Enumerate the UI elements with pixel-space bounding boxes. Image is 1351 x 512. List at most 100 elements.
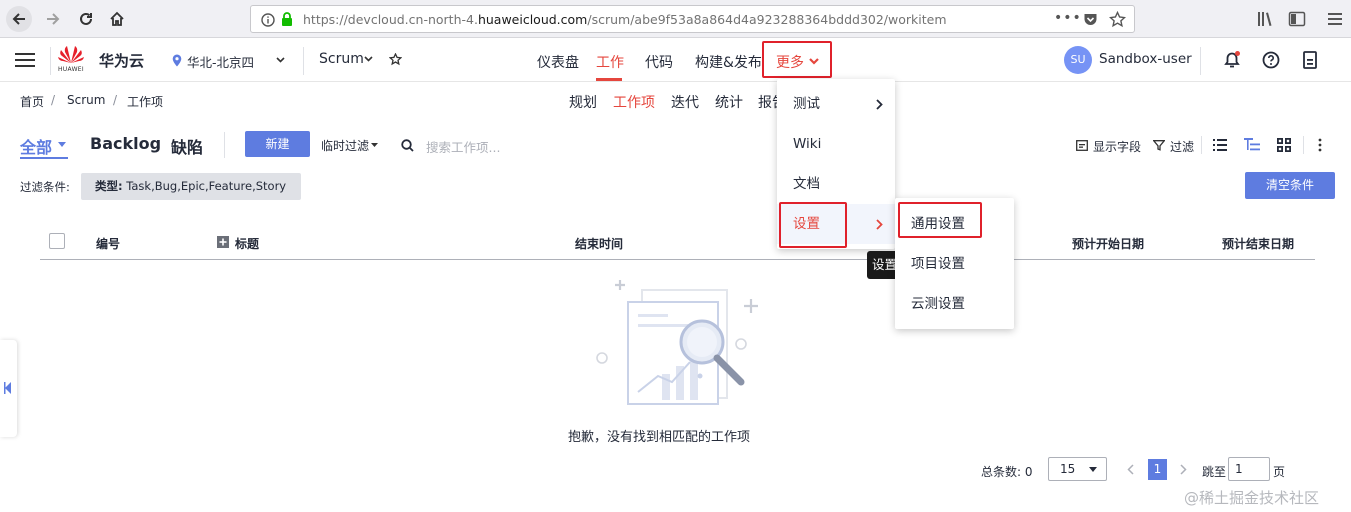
app-header: HUAWEI 华为云 华北-北京四 Scrum 仪表盘 工作 代码 构建&发布 …: [0, 39, 1351, 82]
column-header-planned-start[interactable]: 预计开始日期: [1072, 235, 1144, 252]
toolbar-divider: [1201, 136, 1202, 154]
filter-icon: [1153, 140, 1165, 151]
bell-icon[interactable]: [1222, 50, 1242, 70]
nav-dashboard[interactable]: 仪表盘: [537, 52, 579, 72]
avatar[interactable]: SU: [1064, 46, 1092, 74]
project-type-selector[interactable]: Scrum: [319, 51, 364, 67]
subnav-iteration[interactable]: 迭代: [671, 92, 699, 112]
subnav-statistics[interactable]: 统计: [715, 92, 743, 112]
jump-to-value: 1: [1235, 462, 1243, 476]
column-header-title[interactable]: 标题: [235, 235, 259, 252]
url-text: https://devcloud.cn-north-4.huaweicloud.…: [303, 12, 947, 27]
page-unit-label: 页: [1273, 465, 1286, 479]
back-arrow-icon: [12, 13, 25, 25]
new-button[interactable]: 新建: [245, 131, 310, 157]
menu-icon[interactable]: [15, 52, 35, 68]
next-page-icon[interactable]: [1180, 464, 1187, 475]
huawei-logo[interactable]: HUAWEI: [56, 43, 86, 77]
expand-all-icon[interactable]: [217, 236, 229, 248]
sidebar-toggle-icon[interactable]: [1288, 10, 1306, 28]
select-all-checkbox[interactable]: [49, 233, 65, 249]
user-name[interactable]: Sandbox-user: [1099, 51, 1192, 67]
address-bar[interactable]: https://devcloud.cn-north-4.huaweicloud.…: [250, 5, 1135, 33]
subnav-report[interactable]: 报告: [758, 92, 778, 112]
temp-filter-dropdown[interactable]: 临时过滤: [321, 137, 369, 154]
list-view-icon[interactable]: [1213, 139, 1227, 151]
caret-down-icon: [371, 143, 378, 147]
subnav-workitem[interactable]: 工作项: [613, 92, 655, 112]
back-button[interactable]: [6, 6, 32, 32]
menu-item-cloud-test-settings[interactable]: 云测设置: [895, 284, 1014, 324]
column-header-id[interactable]: 编号: [96, 235, 120, 252]
location-pin-icon: [172, 54, 182, 67]
hamburger-menu-icon[interactable]: [1326, 10, 1344, 28]
menu-item-test[interactable]: 测试: [777, 84, 895, 124]
page-size-select[interactable]: 15: [1048, 457, 1107, 481]
forward-button[interactable]: [40, 6, 66, 32]
help-icon[interactable]: [1262, 51, 1280, 69]
workitem-card: 全部 Backlog 缺陷 新建 临时过滤 搜索工作项... 显示字段 过滤 过…: [0, 119, 1351, 512]
info-icon[interactable]: [261, 13, 275, 27]
page-actions-icon[interactable]: •••: [1054, 10, 1082, 26]
main-content: 全部 Backlog 缺陷 新建 临时过滤 搜索工作项... 显示字段 过滤 过…: [0, 119, 1351, 512]
jump-to-input[interactable]: 1: [1228, 457, 1270, 481]
prev-page-icon[interactable]: [1127, 464, 1134, 475]
huawei-logo-text: HUAWEI: [58, 66, 84, 73]
library-icon[interactable]: [1256, 10, 1274, 28]
nav-build-release[interactable]: 构建&发布: [695, 52, 762, 72]
filter-tag-type[interactable]: 类型: Task,Bug,Epic,Feature,Story: [81, 173, 301, 200]
tab-backlog[interactable]: Backlog: [90, 134, 161, 153]
chevron-down-icon[interactable]: [364, 56, 373, 62]
lock-icon[interactable]: [280, 12, 294, 27]
collapse-left-icon: [4, 382, 11, 394]
pocket-icon[interactable]: [1083, 12, 1098, 27]
highlight-box-settings: [779, 202, 847, 248]
card-view-icon[interactable]: [1277, 138, 1291, 152]
favorite-star-icon[interactable]: [389, 53, 402, 66]
subnav-planning[interactable]: 规划: [569, 92, 597, 112]
project-type-label: Scrum: [319, 51, 364, 67]
home-button[interactable]: [104, 6, 130, 32]
more-vertical-icon[interactable]: [1318, 138, 1322, 152]
caret-down-icon: [1089, 467, 1097, 472]
bookmark-star-icon[interactable]: [1109, 11, 1126, 28]
table-header-divider: [40, 259, 1315, 260]
column-header-end-time[interactable]: 结束时间: [575, 235, 623, 252]
document-icon[interactable]: [1303, 51, 1317, 69]
breadcrumb-scrum[interactable]: Scrum: [67, 93, 105, 107]
reload-button[interactable]: [73, 6, 99, 32]
clear-conditions-button[interactable]: 清空条件: [1245, 172, 1335, 199]
total-count: 总条数: 0: [981, 465, 1033, 479]
menu-item-project-settings[interactable]: 项目设置: [895, 244, 1014, 284]
caret-down-icon: [58, 142, 66, 147]
column-header-planned-end[interactable]: 预计结束日期: [1222, 235, 1294, 252]
nav-code[interactable]: 代码: [645, 52, 673, 72]
jump-to-label: 跳至: [1202, 465, 1227, 479]
region-selector[interactable]: 华北-北京四: [163, 45, 290, 75]
search-input[interactable]: 搜索工作项...: [426, 137, 500, 156]
tab-defect[interactable]: 缺陷: [171, 134, 203, 158]
page-number-current[interactable]: 1: [1148, 459, 1167, 480]
home-icon: [110, 11, 124, 26]
menu-item-docs[interactable]: 文档: [777, 164, 895, 204]
menu-item-test-label: 测试: [793, 96, 820, 112]
forward-arrow-icon: [47, 13, 60, 25]
highlight-box-more: [762, 41, 832, 78]
show-fields-button[interactable]: 显示字段: [1093, 138, 1141, 155]
breadcrumb-home[interactable]: 首页: [20, 93, 44, 110]
brand-name: 华为云: [99, 52, 145, 70]
side-collapse-handle[interactable]: [0, 340, 17, 437]
highlight-box-general-settings: [898, 202, 982, 238]
filter-tag-key: 类型:: [95, 179, 123, 193]
show-fields-icon: [1076, 140, 1088, 151]
tab-all[interactable]: 全部: [20, 134, 52, 158]
filter-button[interactable]: 过滤: [1170, 138, 1194, 155]
region-label: 华北-北京四: [187, 55, 255, 70]
menu-item-wiki[interactable]: Wiki: [777, 124, 895, 164]
sub-navigation-bar: 首页 / Scrum / 工作项 规划 工作项 迭代 统计 报告: [0, 83, 1351, 119]
empty-state-message: 抱歉，没有找到相匹配的工作项: [567, 430, 750, 445]
tree-view-icon[interactable]: [1244, 138, 1260, 152]
nav-active-indicator: [596, 78, 622, 81]
breadcrumb-separator: /: [51, 93, 56, 107]
nav-work[interactable]: 工作: [596, 52, 624, 72]
